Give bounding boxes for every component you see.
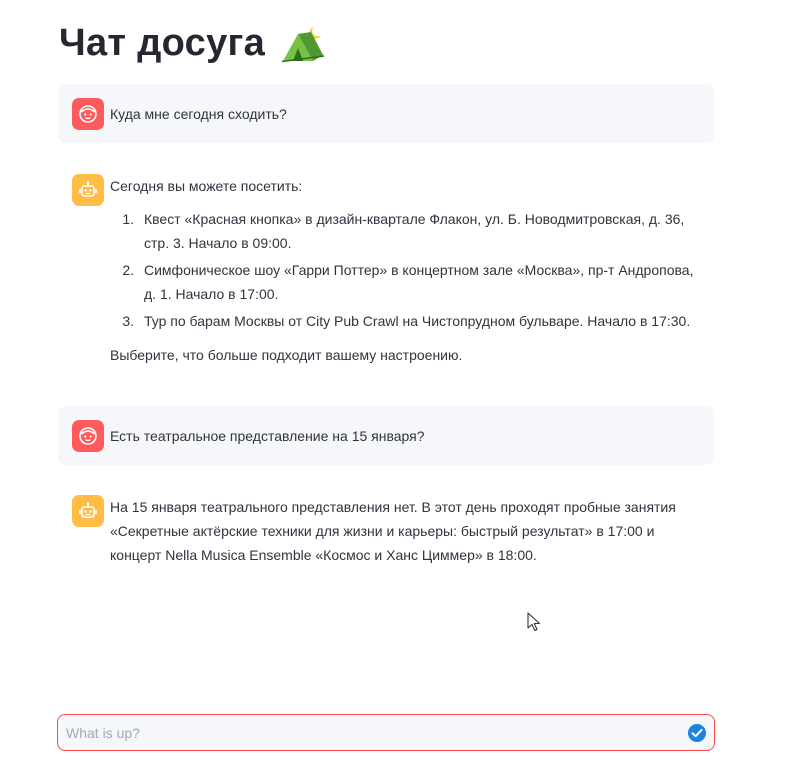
robot-face-icon (72, 174, 104, 206)
user-message: Куда мне сегодня сходить? (58, 84, 714, 143)
message-intro: Сегодня вы можете посетить: (110, 178, 303, 194)
list-item: Симфоническое шоу «Гарри Поттер» в конце… (138, 258, 702, 306)
message-body: Сегодня вы можете посетить: Квест «Красн… (110, 174, 702, 367)
message-text: Куда мне сегодня сходить? (110, 106, 287, 122)
page-title-text: Чат досуга (59, 22, 266, 64)
chat-input[interactable] (58, 715, 678, 750)
assistant-message: На 15 января театрального представления … (58, 481, 714, 581)
list-item: Квест «Красная кнопка» в дизайн-квартале… (138, 207, 702, 255)
send-icon (688, 724, 706, 742)
assistant-message: Сегодня вы можете посетить: Квест «Красн… (58, 160, 714, 390)
mouse-pointer-icon (527, 612, 541, 632)
list-item: Тур по барам Москвы от City Pub Crawl на… (138, 309, 702, 333)
page-title: Чат досуга (59, 22, 325, 65)
message-closing: Выберите, что больше подходит вашему нас… (110, 347, 463, 363)
chat-app: Чат досуга Куда мне сегодня сходить? Сег… (0, 0, 807, 767)
robot-face-icon (72, 495, 104, 527)
user-face-icon (72, 98, 104, 130)
chat-input-container (57, 714, 715, 751)
user-message: Есть театральное представление на 15 янв… (58, 406, 714, 465)
user-face-icon (72, 420, 104, 452)
send-button[interactable] (686, 722, 708, 744)
recommendation-list: Квест «Красная кнопка» в дизайн-квартале… (110, 207, 702, 333)
message-text: Есть театральное представление на 15 янв… (110, 428, 425, 444)
message-text: На 15 января театрального представления … (110, 499, 676, 563)
tent-icon (281, 24, 325, 64)
